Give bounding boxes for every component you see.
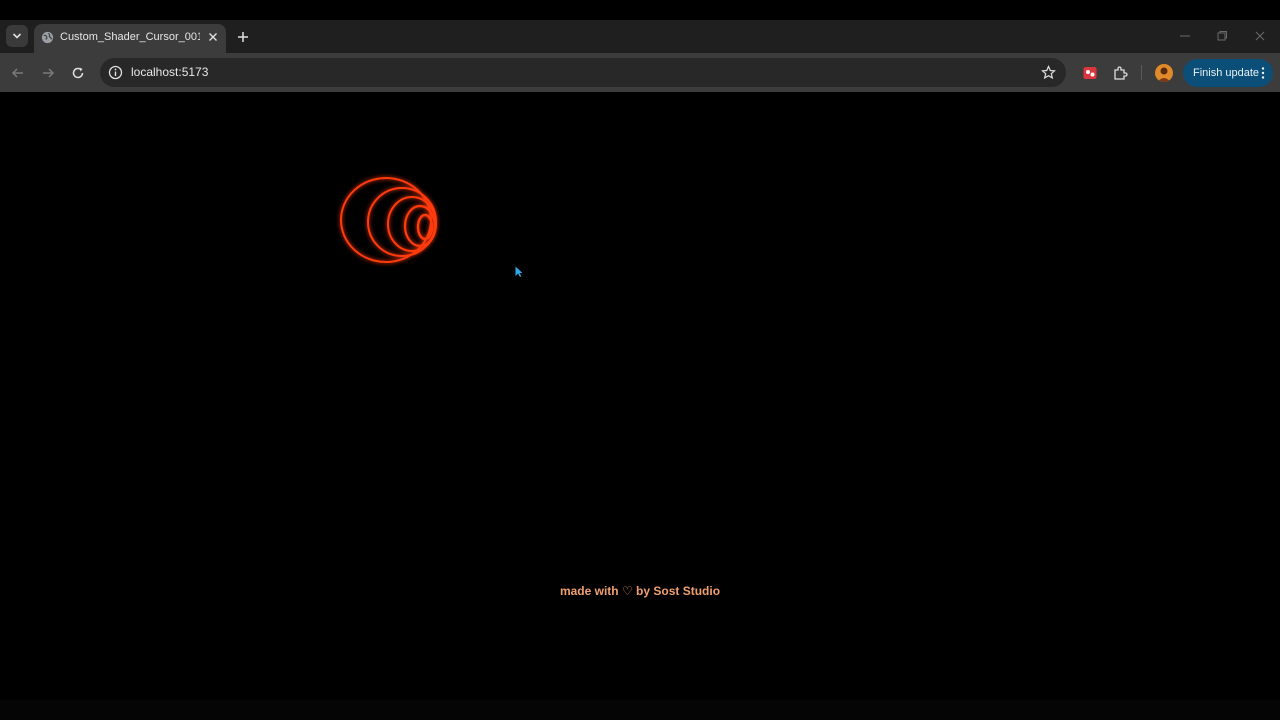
address-bar[interactable]: localhost:5173 <box>100 58 1066 87</box>
reload-icon[interactable] <box>70 65 86 81</box>
url-text: localhost:5173 <box>131 65 209 79</box>
credit-text: made with ♡ by Sost Studio <box>559 584 721 598</box>
screen: Custom_Shader_Cursor_001 localhost:5173 … <box>0 0 1280 720</box>
page-canvas[interactable]: made with ♡ by Sost Studio <box>0 92 1280 700</box>
mouse-pointer-icon <box>515 266 523 277</box>
chevron-down-icon <box>12 33 22 39</box>
back-arrow-icon[interactable] <box>10 65 26 81</box>
toolbar: localhost:5173 Finish update <box>0 53 1280 92</box>
minimize-icon[interactable] <box>1178 29 1192 43</box>
tab-title: Custom_Shader_Cursor_001 <box>60 31 200 43</box>
shader-cursor-rings <box>340 177 437 263</box>
restore-icon[interactable] <box>1215 29 1229 43</box>
profile-icon <box>1157 67 1171 82</box>
active-tab[interactable]: Custom_Shader_Cursor_001 <box>34 24 226 53</box>
close-icon[interactable] <box>207 31 219 43</box>
puzzle-icon[interactable] <box>1112 65 1128 81</box>
more-vert-icon <box>1261 67 1265 79</box>
avatar[interactable] <box>1155 64 1173 82</box>
close-window-icon[interactable] <box>1253 29 1267 43</box>
finish-update-label: Finish update <box>1193 67 1260 79</box>
top-strip <box>0 0 1280 20</box>
tab-search-button[interactable] <box>6 25 28 47</box>
star-icon[interactable] <box>1041 65 1056 80</box>
plus-icon[interactable] <box>235 29 251 45</box>
tab-bar: Custom_Shader_Cursor_001 <box>0 20 1280 53</box>
bottom-strip <box>0 700 1280 720</box>
toolbar-divider <box>1141 65 1142 80</box>
extension-app-icon[interactable] <box>1082 65 1098 81</box>
globe-icon <box>41 31 54 44</box>
finish-update-button[interactable]: Finish update <box>1183 59 1273 87</box>
forward-arrow-icon[interactable] <box>40 65 56 81</box>
info-icon[interactable] <box>108 65 123 80</box>
